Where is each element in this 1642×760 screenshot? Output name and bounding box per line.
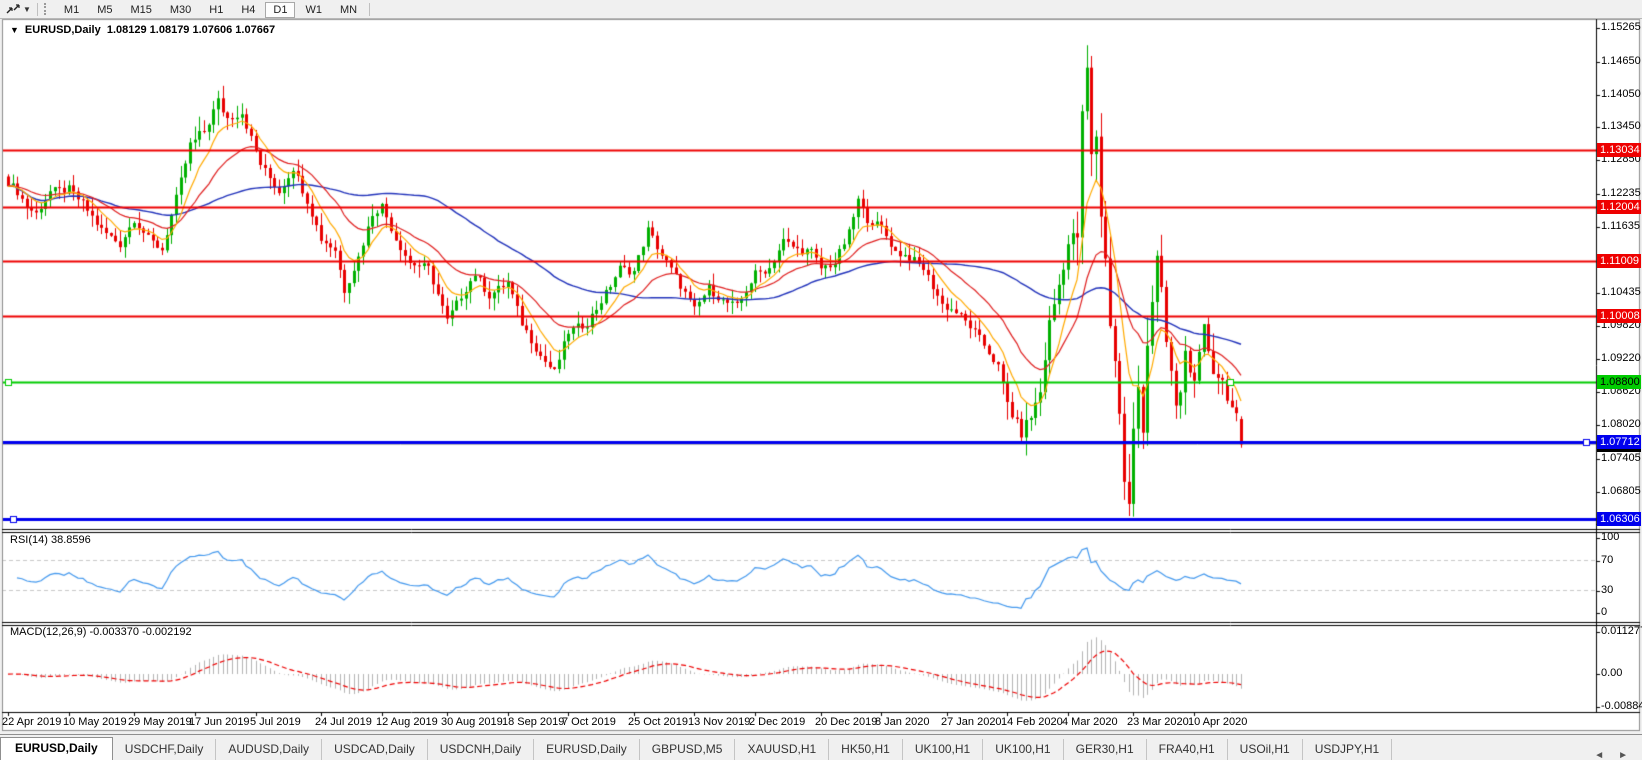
chart-tab-uk100-h1[interactable]: UK100,H1 [903,739,983,760]
date-tick-label[interactable]: 29 May 2019 [128,716,192,728]
level-price-label: 1.10008 [1597,309,1641,323]
price-tick-label: 1.11635 [1601,220,1640,232]
chart-tab-usdjpy-h1[interactable]: USDJPY,H1 [1303,739,1392,760]
chart-tab-gbpusd-m5[interactable]: GBPUSD,M5 [640,739,736,760]
date-tick-label[interactable]: 8 Jan 2020 [875,716,929,728]
timeframe-button-m1[interactable]: M1 [56,2,87,18]
date-tick-label[interactable]: 20 Dec 2019 [815,716,877,728]
toolbar-separator [37,3,38,16]
price-tick-label: 1.07405 [1601,452,1641,464]
date-tick-label[interactable]: 13 Nov 2019 [688,716,750,728]
rsi-tick-label: 70 [1601,554,1613,566]
chart-tab-xauusd-h1[interactable]: XAUUSD,H1 [735,739,829,760]
price-tick-label: 1.06805 [1601,485,1641,497]
price-tick-label: 1.14050 [1601,88,1641,100]
timeframe-button-m30[interactable]: M30 [162,2,199,18]
quote-collapse-icon[interactable]: ▼ [10,25,19,35]
price-tick-label: 1.12235 [1601,187,1641,199]
chart-ohlc: 1.08129 1.08179 1.07606 1.07667 [107,24,275,36]
chart-tab-fra40-h1[interactable]: FRA40,H1 [1147,739,1228,760]
macd-tick-label: -0.008845 [1601,700,1642,712]
date-tick-label[interactable]: 24 Jul 2019 [315,716,372,728]
chart-title: ▼ EURUSD,Daily 1.08129 1.08179 1.07606 1.… [10,24,275,36]
timeframe-button-w1[interactable]: W1 [297,2,330,18]
macd-tick-label: 0.011277 [1601,625,1642,637]
chart-tab-eurusd-daily[interactable]: EURUSD,Daily [0,737,113,760]
date-tick-label[interactable]: 10 Apr 2020 [1188,716,1247,728]
chart-tab-ger30-h1[interactable]: GER30,H1 [1064,739,1147,760]
price-chart-canvas[interactable] [0,0,1642,760]
chart-tab-usdcad-daily[interactable]: USDCAD,Daily [322,739,428,760]
chart-tabs: EURUSD,DailyUSDCHF,DailyAUDUSD,DailyUSDC… [0,738,1392,760]
macd-tick-label: 0.00 [1601,667,1622,679]
date-tick-label[interactable]: 25 Oct 2019 [628,716,688,728]
date-tick-label[interactable]: 22 Apr 2019 [2,716,61,728]
chart-symbol: EURUSD,Daily [25,24,101,36]
tab-scroll-left-icon[interactable]: ◄ [1594,750,1604,760]
level-price-label: 1.06306 [1597,512,1641,526]
chart-tab-usoil-h1[interactable]: USOil,H1 [1228,739,1303,760]
price-tick-label: 1.09220 [1601,352,1641,364]
mt4-window: ▼ M1M5M15M30H1H4D1W1MN ▼ EURUSD,Daily 1.0… [0,0,1642,760]
chart-tab-audusd-daily[interactable]: AUDUSD,Daily [216,739,322,760]
toolbar-separator [369,3,370,16]
timeframe-toolbar: ▼ M1M5M15M30H1H4D1W1MN [0,0,1642,19]
tab-scroll-right-icon[interactable]: ► [1618,750,1628,760]
timeframe-button-mn[interactable]: MN [332,2,365,18]
date-tick-label[interactable]: 10 May 2019 [63,716,127,728]
level-price-label: 1.11009 [1597,254,1641,268]
level-price-label: 1.12004 [1597,200,1641,214]
timeframe-button-m5[interactable]: M5 [89,2,120,18]
chart-tab-usdcnh-daily[interactable]: USDCNH,Daily [428,739,534,760]
date-tick-label[interactable]: 4 Mar 2020 [1062,716,1118,728]
level-price-label: 1.08800 [1597,375,1641,389]
chevron-down-icon[interactable]: ▼ [23,5,31,14]
date-tick-label[interactable]: 12 Aug 2019 [376,716,438,728]
price-tick-label: 1.15265 [1601,21,1641,33]
rsi-tick-label: 30 [1601,584,1613,596]
timeframe-button-h1[interactable]: H1 [201,2,231,18]
rsi-tick-label: 100 [1601,531,1619,543]
price-tick-label: 1.13450 [1601,120,1641,132]
tab-scroll-controls: ◄ ► [1594,750,1642,760]
date-tick-label[interactable]: 14 Feb 2020 [1001,716,1063,728]
chart-tab-usdchf-daily[interactable]: USDCHF,Daily [113,739,217,760]
chart-tab-bar: EURUSD,DailyUSDCHF,DailyAUDUSD,DailyUSDC… [0,734,1642,760]
rsi-indicator-label: RSI(14) 38.8596 [10,534,91,546]
chart-tab-hk50-h1[interactable]: HK50,H1 [829,739,903,760]
chart-tab-uk100-h1[interactable]: UK100,H1 [983,739,1063,760]
date-tick-label[interactable]: 17 Jun 2019 [189,716,250,728]
level-price-label: 1.07712 [1597,435,1641,449]
price-tick-label: 1.08020 [1601,418,1641,430]
date-tick-label[interactable]: 7 Oct 2019 [562,716,616,728]
price-tick-label: 1.14650 [1601,55,1641,67]
timeframe-button-d1[interactable]: D1 [265,2,295,18]
date-tick-label[interactable]: 23 Mar 2020 [1127,716,1189,728]
toolbar-grip[interactable] [44,3,49,15]
level-price-label: 1.13034 [1597,143,1641,157]
date-tick-label[interactable]: 5 Jul 2019 [250,716,301,728]
timeframe-buttons: M1M5M15M30H1H4D1W1MN [55,0,366,18]
price-tick-label: 1.10435 [1601,286,1641,298]
date-tick-label[interactable]: 18 Sep 2019 [502,716,564,728]
rsi-tick-label: 0 [1601,606,1607,618]
line-studies-icon[interactable] [4,2,22,16]
timeframe-button-h4[interactable]: H4 [233,2,263,18]
timeframe-button-m15[interactable]: M15 [122,2,159,18]
date-tick-label[interactable]: 30 Aug 2019 [441,716,503,728]
date-tick-label[interactable]: 2 Dec 2019 [749,716,805,728]
macd-indicator-label: MACD(12,26,9) -0.003370 -0.002192 [10,626,192,638]
chart-tab-eurusd-daily[interactable]: EURUSD,Daily [534,739,640,760]
date-tick-label[interactable]: 27 Jan 2020 [941,716,1002,728]
